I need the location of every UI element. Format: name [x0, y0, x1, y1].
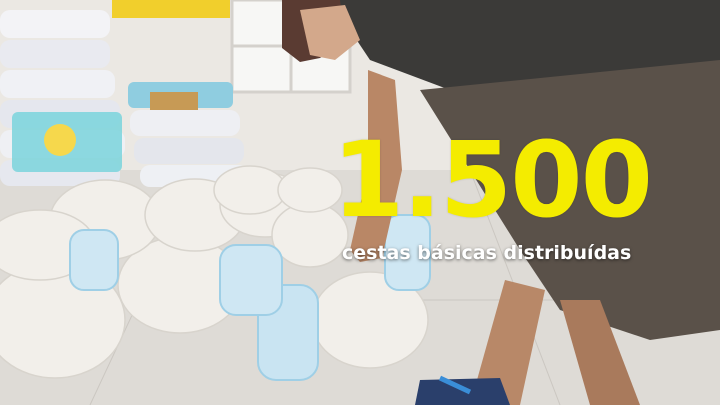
stat-caption: cestas básicas distribuídas — [342, 242, 632, 264]
stat-number: 1.500 — [332, 119, 653, 241]
stat-overlay: 1.500 cestas básicas distribuídas — [332, 128, 662, 264]
flip-flop — [415, 378, 510, 405]
photo-scene: 1.500 cestas básicas distribuídas — [0, 0, 720, 405]
yellow-tile-strip — [112, 0, 230, 18]
